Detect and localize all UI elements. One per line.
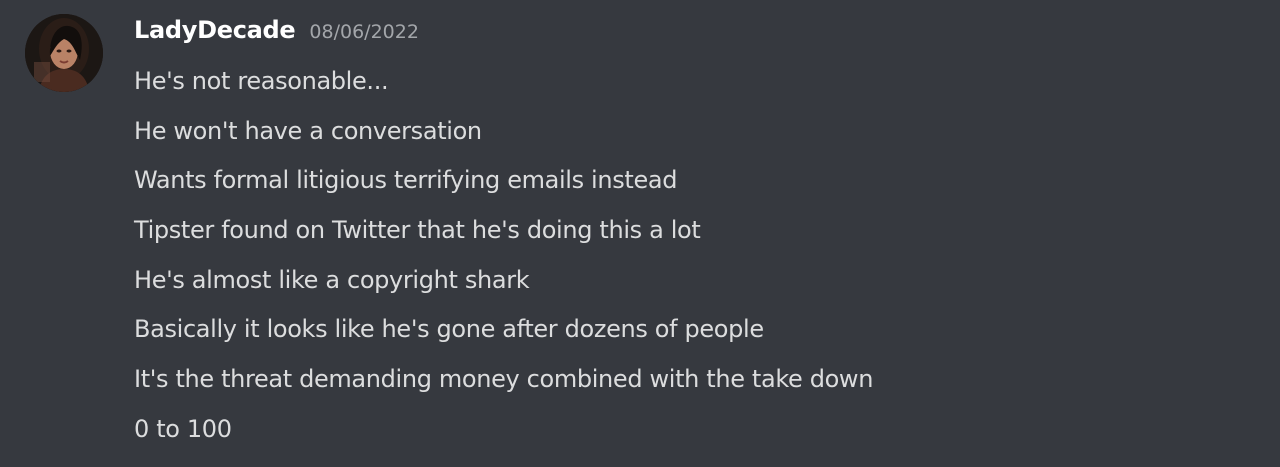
message-list: He's not reasonable... He won't have a c… [134, 57, 873, 455]
user-avatar[interactable] [25, 14, 103, 92]
message-text[interactable]: It's the threat demanding money combined… [134, 355, 873, 405]
message-text[interactable]: Wants formal litigious terrifying emails… [134, 156, 873, 206]
avatar-icon [25, 14, 103, 92]
message-header: LadyDecade 08/06/2022 [134, 16, 419, 50]
username[interactable]: LadyDecade [134, 16, 296, 44]
message-text[interactable]: Basically it looks like he's gone after … [134, 305, 873, 355]
message-text[interactable]: He's almost like a copyright shark [134, 256, 873, 306]
message-text[interactable]: He won't have a conversation [134, 107, 873, 157]
message-text[interactable]: 0 to 100 [134, 405, 873, 455]
timestamp[interactable]: 08/06/2022 [309, 21, 419, 43]
message-group: LadyDecade 08/06/2022 He's not reasonabl… [0, 0, 1280, 467]
message-text[interactable]: Tipster found on Twitter that he's doing… [134, 206, 873, 256]
message-text[interactable]: He's not reasonable... [134, 57, 873, 107]
